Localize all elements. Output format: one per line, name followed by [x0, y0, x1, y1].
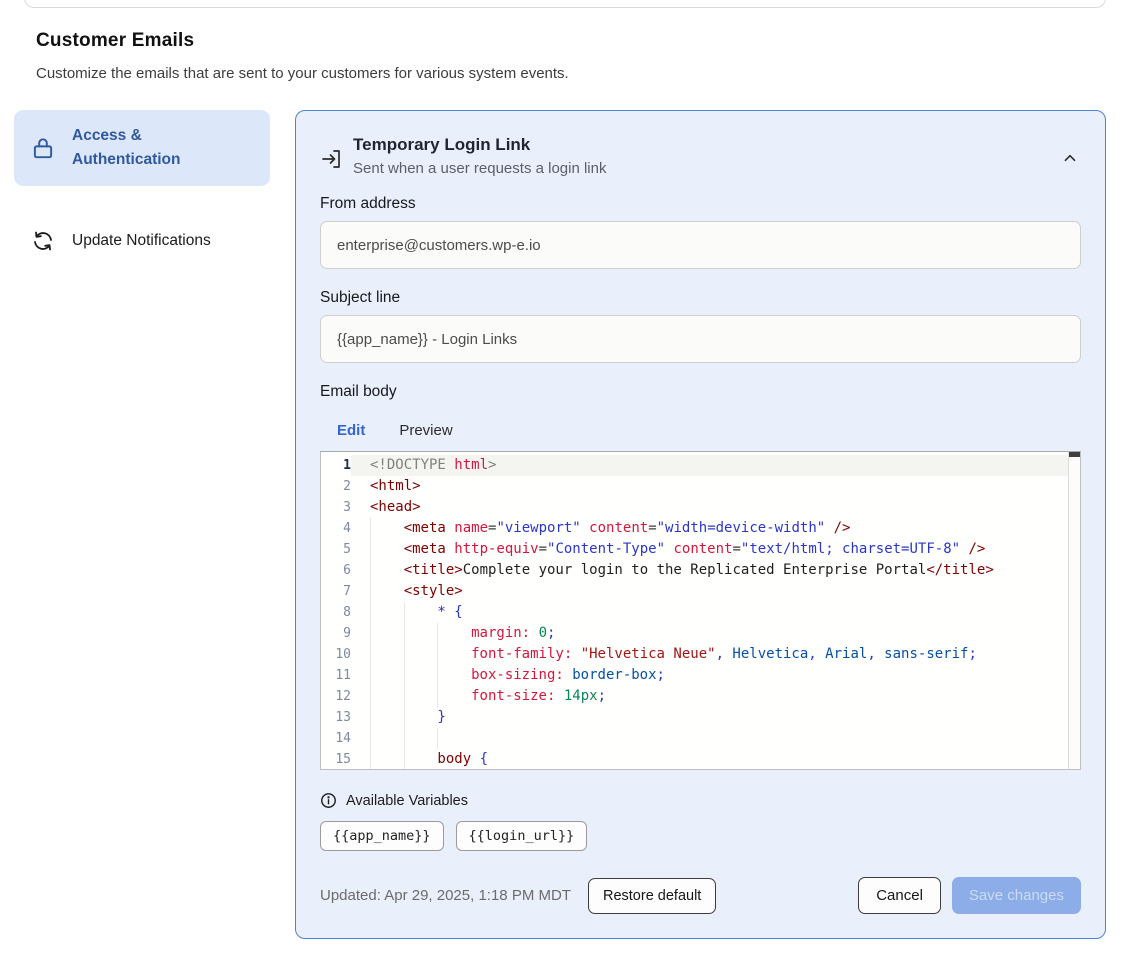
- variable-chip-app-name[interactable]: {{app_name}}: [320, 821, 444, 851]
- panel-title: Temporary Login Link: [353, 135, 1059, 155]
- line-content[interactable]: <html>: [351, 476, 1080, 497]
- code-line[interactable]: 7<style>: [321, 581, 1080, 602]
- available-variables-header: Available Variables: [320, 792, 1081, 809]
- code-line[interactable]: 8* {: [321, 602, 1080, 623]
- line-number: 13: [321, 707, 351, 728]
- line-content[interactable]: <meta name="viewport" content="width=dev…: [351, 518, 1080, 539]
- code-line[interactable]: 13}: [321, 707, 1080, 728]
- line-number: 6: [321, 560, 351, 581]
- line-content[interactable]: [351, 728, 1080, 749]
- line-number: 7: [321, 581, 351, 602]
- email-body-code-editor[interactable]: 1<!DOCTYPE html>2<html>3<head>4<meta nam…: [320, 451, 1081, 770]
- sidebar-item-label: Update Notifications: [72, 229, 211, 253]
- line-number: 3: [321, 497, 351, 518]
- panel-subtitle: Sent when a user requests a login link: [353, 160, 1059, 177]
- tab-edit-label: Edit: [337, 422, 365, 439]
- restore-default-button[interactable]: Restore default: [588, 878, 716, 914]
- line-content[interactable]: * {: [351, 602, 1080, 623]
- line-content[interactable]: margin: 0;: [351, 623, 1080, 644]
- save-changes-button[interactable]: Save changes: [952, 877, 1081, 914]
- tab-preview[interactable]: Preview: [382, 413, 469, 451]
- line-content[interactable]: <meta http-equiv="Content-Type" content=…: [351, 539, 1080, 560]
- line-number: 4: [321, 518, 351, 539]
- code-line[interactable]: 6<title>Complete your login to the Repli…: [321, 560, 1080, 581]
- code-line[interactable]: 5<meta http-equiv="Content-Type" content…: [321, 539, 1080, 560]
- line-number: 12: [321, 686, 351, 707]
- line-number: 10: [321, 644, 351, 665]
- lock-icon: [30, 135, 56, 161]
- sidebar-item-access-authentication[interactable]: Access & Authentication: [14, 110, 270, 186]
- footer-right: Cancel Save changes: [858, 877, 1081, 914]
- line-content[interactable]: body {: [351, 749, 1080, 770]
- line-content[interactable]: font-family: "Helvetica Neue", Helvetica…: [351, 644, 1080, 665]
- footer-left: Updated: Apr 29, 2025, 1:18 PM MDT Resto…: [320, 878, 716, 914]
- line-number: 14: [321, 728, 351, 749]
- line-number: 11: [321, 665, 351, 686]
- line-content[interactable]: <head>: [351, 497, 1080, 518]
- from-address-label: From address: [320, 195, 1081, 213]
- email-body-label: Email body: [320, 383, 1081, 401]
- variable-chips: {{app_name}} {{login_url}}: [320, 821, 1081, 851]
- subject-line-input[interactable]: [320, 315, 1081, 363]
- line-content[interactable]: <style>: [351, 581, 1080, 602]
- variable-chip-login-url[interactable]: {{login_url}}: [456, 821, 588, 851]
- code-line[interactable]: 1<!DOCTYPE html>: [321, 455, 1080, 476]
- available-variables-label: Available Variables: [346, 793, 468, 809]
- refresh-icon: [30, 228, 56, 254]
- page-header: Customer Emails Customize the emails tha…: [36, 30, 836, 82]
- sidebar-item-label: Access & Authentication: [72, 124, 254, 172]
- line-number: 8: [321, 602, 351, 623]
- tab-preview-label: Preview: [399, 422, 452, 439]
- line-number: 15: [321, 749, 351, 770]
- code-line[interactable]: 2<html>: [321, 476, 1080, 497]
- line-number: 1: [321, 455, 351, 476]
- code-lines: 1<!DOCTYPE html>2<html>3<head>4<meta nam…: [321, 452, 1080, 770]
- code-line[interactable]: 14: [321, 728, 1080, 749]
- code-line[interactable]: 15body {: [321, 749, 1080, 770]
- login-icon: [320, 147, 344, 171]
- page-subtitle: Customize the emails that are sent to yo…: [36, 65, 836, 82]
- email-body-tabs: Edit Preview: [320, 413, 1081, 451]
- tab-edit[interactable]: Edit: [320, 413, 382, 451]
- line-number: 5: [321, 539, 351, 560]
- panel-header: Temporary Login Link Sent when a user re…: [320, 135, 1081, 177]
- code-line[interactable]: 4<meta name="viewport" content="width=de…: [321, 518, 1080, 539]
- code-line[interactable]: 12font-size: 14px;: [321, 686, 1080, 707]
- updated-timestamp: Updated: Apr 29, 2025, 1:18 PM MDT: [320, 887, 571, 904]
- line-number: 2: [321, 476, 351, 497]
- editor-scrollbar-thumb[interactable]: [1069, 452, 1080, 457]
- email-types-sidebar: Access & Authentication Update Notificat…: [14, 110, 270, 268]
- cancel-button[interactable]: Cancel: [858, 877, 941, 914]
- line-content[interactable]: box-sizing: border-box;: [351, 665, 1080, 686]
- subject-line-label: Subject line: [320, 289, 1081, 307]
- previous-card-edge: [24, 0, 1106, 8]
- line-content[interactable]: font-size: 14px;: [351, 686, 1080, 707]
- panel-header-text: Temporary Login Link Sent when a user re…: [353, 135, 1059, 177]
- code-line[interactable]: 3<head>: [321, 497, 1080, 518]
- page-title: Customer Emails: [36, 30, 836, 52]
- line-content[interactable]: <!DOCTYPE html>: [351, 455, 1080, 476]
- editor-scrollbar[interactable]: [1068, 452, 1080, 769]
- code-line[interactable]: 9margin: 0;: [321, 623, 1080, 644]
- code-line[interactable]: 10font-family: "Helvetica Neue", Helveti…: [321, 644, 1080, 665]
- sidebar-item-update-notifications[interactable]: Update Notifications: [14, 214, 270, 268]
- temporary-login-link-panel: Temporary Login Link Sent when a user re…: [295, 110, 1106, 939]
- chevron-up-icon[interactable]: [1059, 147, 1081, 169]
- code-line[interactable]: 11box-sizing: border-box;: [321, 665, 1080, 686]
- line-number: 9: [321, 623, 351, 644]
- info-icon: [320, 792, 337, 809]
- from-address-input[interactable]: [320, 221, 1081, 269]
- panel-footer: Updated: Apr 29, 2025, 1:18 PM MDT Resto…: [320, 877, 1081, 914]
- line-content[interactable]: <title>Complete your login to the Replic…: [351, 560, 1080, 581]
- line-content[interactable]: }: [351, 707, 1080, 728]
